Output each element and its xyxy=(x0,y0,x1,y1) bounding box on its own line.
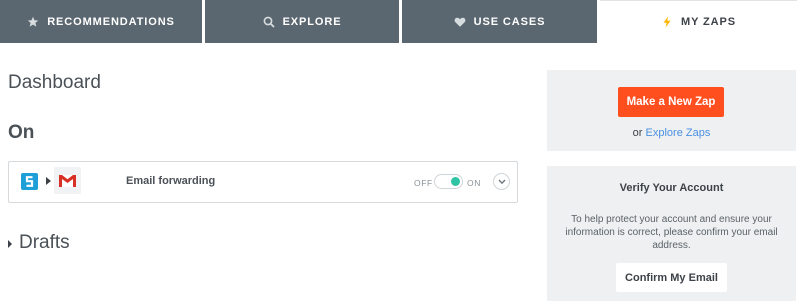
drafts-toggle[interactable]: Drafts xyxy=(8,232,70,254)
explore-zaps-link[interactable]: Explore Zaps xyxy=(646,127,711,139)
tab-label: USE CASES xyxy=(473,15,546,28)
tab-bar: RECOMMENDATIONS EXPLORE USE CASES MY ZAP… xyxy=(0,0,800,43)
toggle-knob xyxy=(451,177,460,186)
tab-label: MY ZAPS xyxy=(681,16,736,28)
explore-line: or Explore Zaps xyxy=(547,127,796,139)
heart-icon xyxy=(454,16,466,28)
toggle-on-label: ON xyxy=(467,178,481,188)
expand-button[interactable] xyxy=(493,173,510,190)
tab-use-cases[interactable]: USE CASES xyxy=(402,0,597,43)
zap-name[interactable]: Email forwarding xyxy=(126,175,215,187)
or-text: or xyxy=(632,127,643,139)
toggle-off-label: OFF xyxy=(414,178,433,188)
zap-row[interactable]: Email forwarding OFF ON xyxy=(8,161,518,203)
new-zap-card: Make a New Zap or Explore Zaps xyxy=(547,70,796,151)
verify-account-card: Verify Your Account To help protect your… xyxy=(547,166,796,301)
page-title: Dashboard xyxy=(8,72,101,93)
section-heading-on: On xyxy=(8,122,35,143)
section-heading-drafts: Drafts xyxy=(19,232,70,253)
make-new-zap-button[interactable]: Make a New Zap xyxy=(618,87,724,117)
chevron-down-icon xyxy=(498,179,505,184)
lightning-icon xyxy=(661,16,673,28)
tab-recommendations[interactable]: RECOMMENDATIONS xyxy=(0,0,202,43)
gmail-icon xyxy=(54,167,81,194)
verify-title: Verify Your Account xyxy=(619,182,724,194)
tab-my-zaps[interactable]: MY ZAPS xyxy=(600,0,797,43)
confirm-email-button[interactable]: Confirm My Email xyxy=(616,263,727,292)
search-icon xyxy=(263,16,275,28)
verify-description: To help protect your account and ensure … xyxy=(565,214,778,251)
zap-toggle[interactable] xyxy=(434,174,463,189)
star-icon xyxy=(27,16,39,28)
arrow-right-icon xyxy=(46,177,51,185)
tab-explore[interactable]: EXPLORE xyxy=(205,0,399,43)
tab-label: RECOMMENDATIONS xyxy=(47,15,175,28)
tab-label: EXPLORE xyxy=(282,15,342,28)
caret-right-icon xyxy=(8,240,12,248)
app-icon xyxy=(21,173,38,190)
